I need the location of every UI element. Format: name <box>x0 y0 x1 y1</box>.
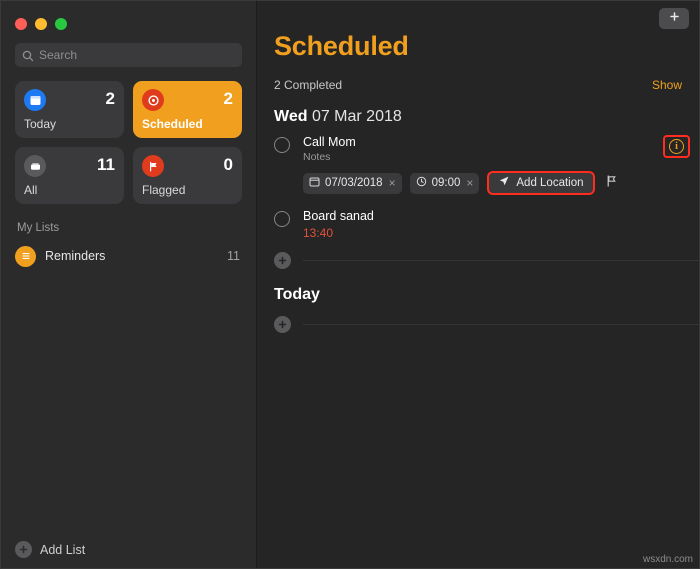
reminders-window: Search 2 Today <box>0 0 700 569</box>
clear-date-icon[interactable]: × <box>389 176 396 190</box>
flag-icon <box>142 155 164 177</box>
list-name: Reminders <box>45 249 218 263</box>
zoom-button[interactable] <box>55 18 67 30</box>
sidebar-item-flagged[interactable]: 0 Flagged <box>133 147 242 204</box>
task-row-call-mom[interactable]: Call Mom Notes 07/03/2018 × <box>274 135 699 195</box>
sidebar-item-scheduled[interactable]: 2 Scheduled <box>133 81 242 138</box>
plus-icon <box>668 10 681 28</box>
search-placeholder-text: Search <box>39 48 77 62</box>
task-title[interactable]: Board sanad <box>303 209 699 223</box>
sidebar: Search 2 Today <box>1 1 257 568</box>
close-button[interactable] <box>15 18 27 30</box>
plus-icon <box>274 252 291 269</box>
minimize-button[interactable] <box>35 18 47 30</box>
my-lists-header: My Lists <box>17 222 256 234</box>
all-icon <box>24 155 46 177</box>
smart-list-tiles: 2 Today 2 Scheduled <box>15 81 242 204</box>
task-info-button[interactable]: i <box>663 135 690 158</box>
all-count: 11 <box>97 155 115 175</box>
task-notes[interactable]: Notes <box>303 151 699 163</box>
add-list-button[interactable]: Add List <box>15 541 85 558</box>
day-date: 07 Mar 2018 <box>312 108 402 125</box>
all-label: All <box>24 183 115 197</box>
task-title[interactable]: Call Mom <box>303 135 699 149</box>
add-location-button[interactable]: Add Location <box>487 171 594 195</box>
complete-toggle-circle[interactable] <box>274 211 290 227</box>
today-count: 2 <box>106 89 115 109</box>
scheduled-count: 2 <box>224 89 233 109</box>
task-chips: 07/03/2018 × 09:00 × <box>303 171 699 195</box>
task-content: Board sanad 13:40 <box>303 209 699 240</box>
today-label: Today <box>24 117 115 131</box>
due-date-value: 07/03/2018 <box>325 177 383 189</box>
navigation-arrow-icon <box>498 174 510 192</box>
search-input[interactable]: Search <box>15 43 242 67</box>
flagged-count: 0 <box>224 155 233 175</box>
clock-icon <box>416 174 427 192</box>
list-icon <box>15 246 36 267</box>
main-pane: Scheduled 2 Completed Show Wed 07 Mar 20… <box>257 1 699 568</box>
due-time-value: 09:00 <box>432 177 461 189</box>
show-completed-link[interactable]: Show <box>652 78 682 92</box>
today-icon <box>24 89 46 111</box>
flagged-label: Flagged <box>142 183 233 197</box>
plus-icon <box>15 541 32 558</box>
clear-time-icon[interactable]: × <box>466 176 473 190</box>
sidebar-item-all[interactable]: 11 All <box>15 147 124 204</box>
completed-count-text: 2 Completed <box>274 78 342 92</box>
add-reminder-button[interactable] <box>659 8 689 29</box>
watermark: wsxdn.com <box>643 554 693 565</box>
add-location-label: Add Location <box>516 177 583 189</box>
add-reminder-row-wed[interactable] <box>274 252 699 269</box>
calendar-icon <box>309 174 320 192</box>
sidebar-item-today[interactable]: 2 Today <box>15 81 124 138</box>
task-time: 13:40 <box>303 226 699 240</box>
completed-row: 2 Completed Show <box>274 78 682 92</box>
add-reminder-row-today[interactable] <box>274 316 699 333</box>
search-icon <box>22 49 34 61</box>
sidebar-item-reminders[interactable]: Reminders 11 <box>15 242 246 270</box>
complete-toggle-circle[interactable] <box>274 137 290 153</box>
divider <box>303 260 699 261</box>
task-row-board-sanad[interactable]: Board sanad 13:40 <box>274 209 699 240</box>
page-title: Scheduled <box>274 31 699 62</box>
divider <box>303 324 699 325</box>
scheduled-icon <box>142 89 164 111</box>
task-content: Call Mom Notes 07/03/2018 × <box>303 135 699 195</box>
plus-icon <box>274 316 291 333</box>
list-count: 11 <box>227 249 246 263</box>
scheduled-label: Scheduled <box>142 117 233 131</box>
add-list-label: Add List <box>40 543 85 557</box>
flag-icon[interactable] <box>605 174 618 193</box>
section-header-today: Today <box>274 286 699 304</box>
info-icon: i <box>669 139 684 154</box>
due-time-chip[interactable]: 09:00 × <box>410 173 480 194</box>
window-controls <box>1 1 256 35</box>
day-weekday: Wed <box>274 108 307 125</box>
due-date-chip[interactable]: 07/03/2018 × <box>303 173 402 194</box>
day-header: Wed 07 Mar 2018 <box>274 108 699 126</box>
